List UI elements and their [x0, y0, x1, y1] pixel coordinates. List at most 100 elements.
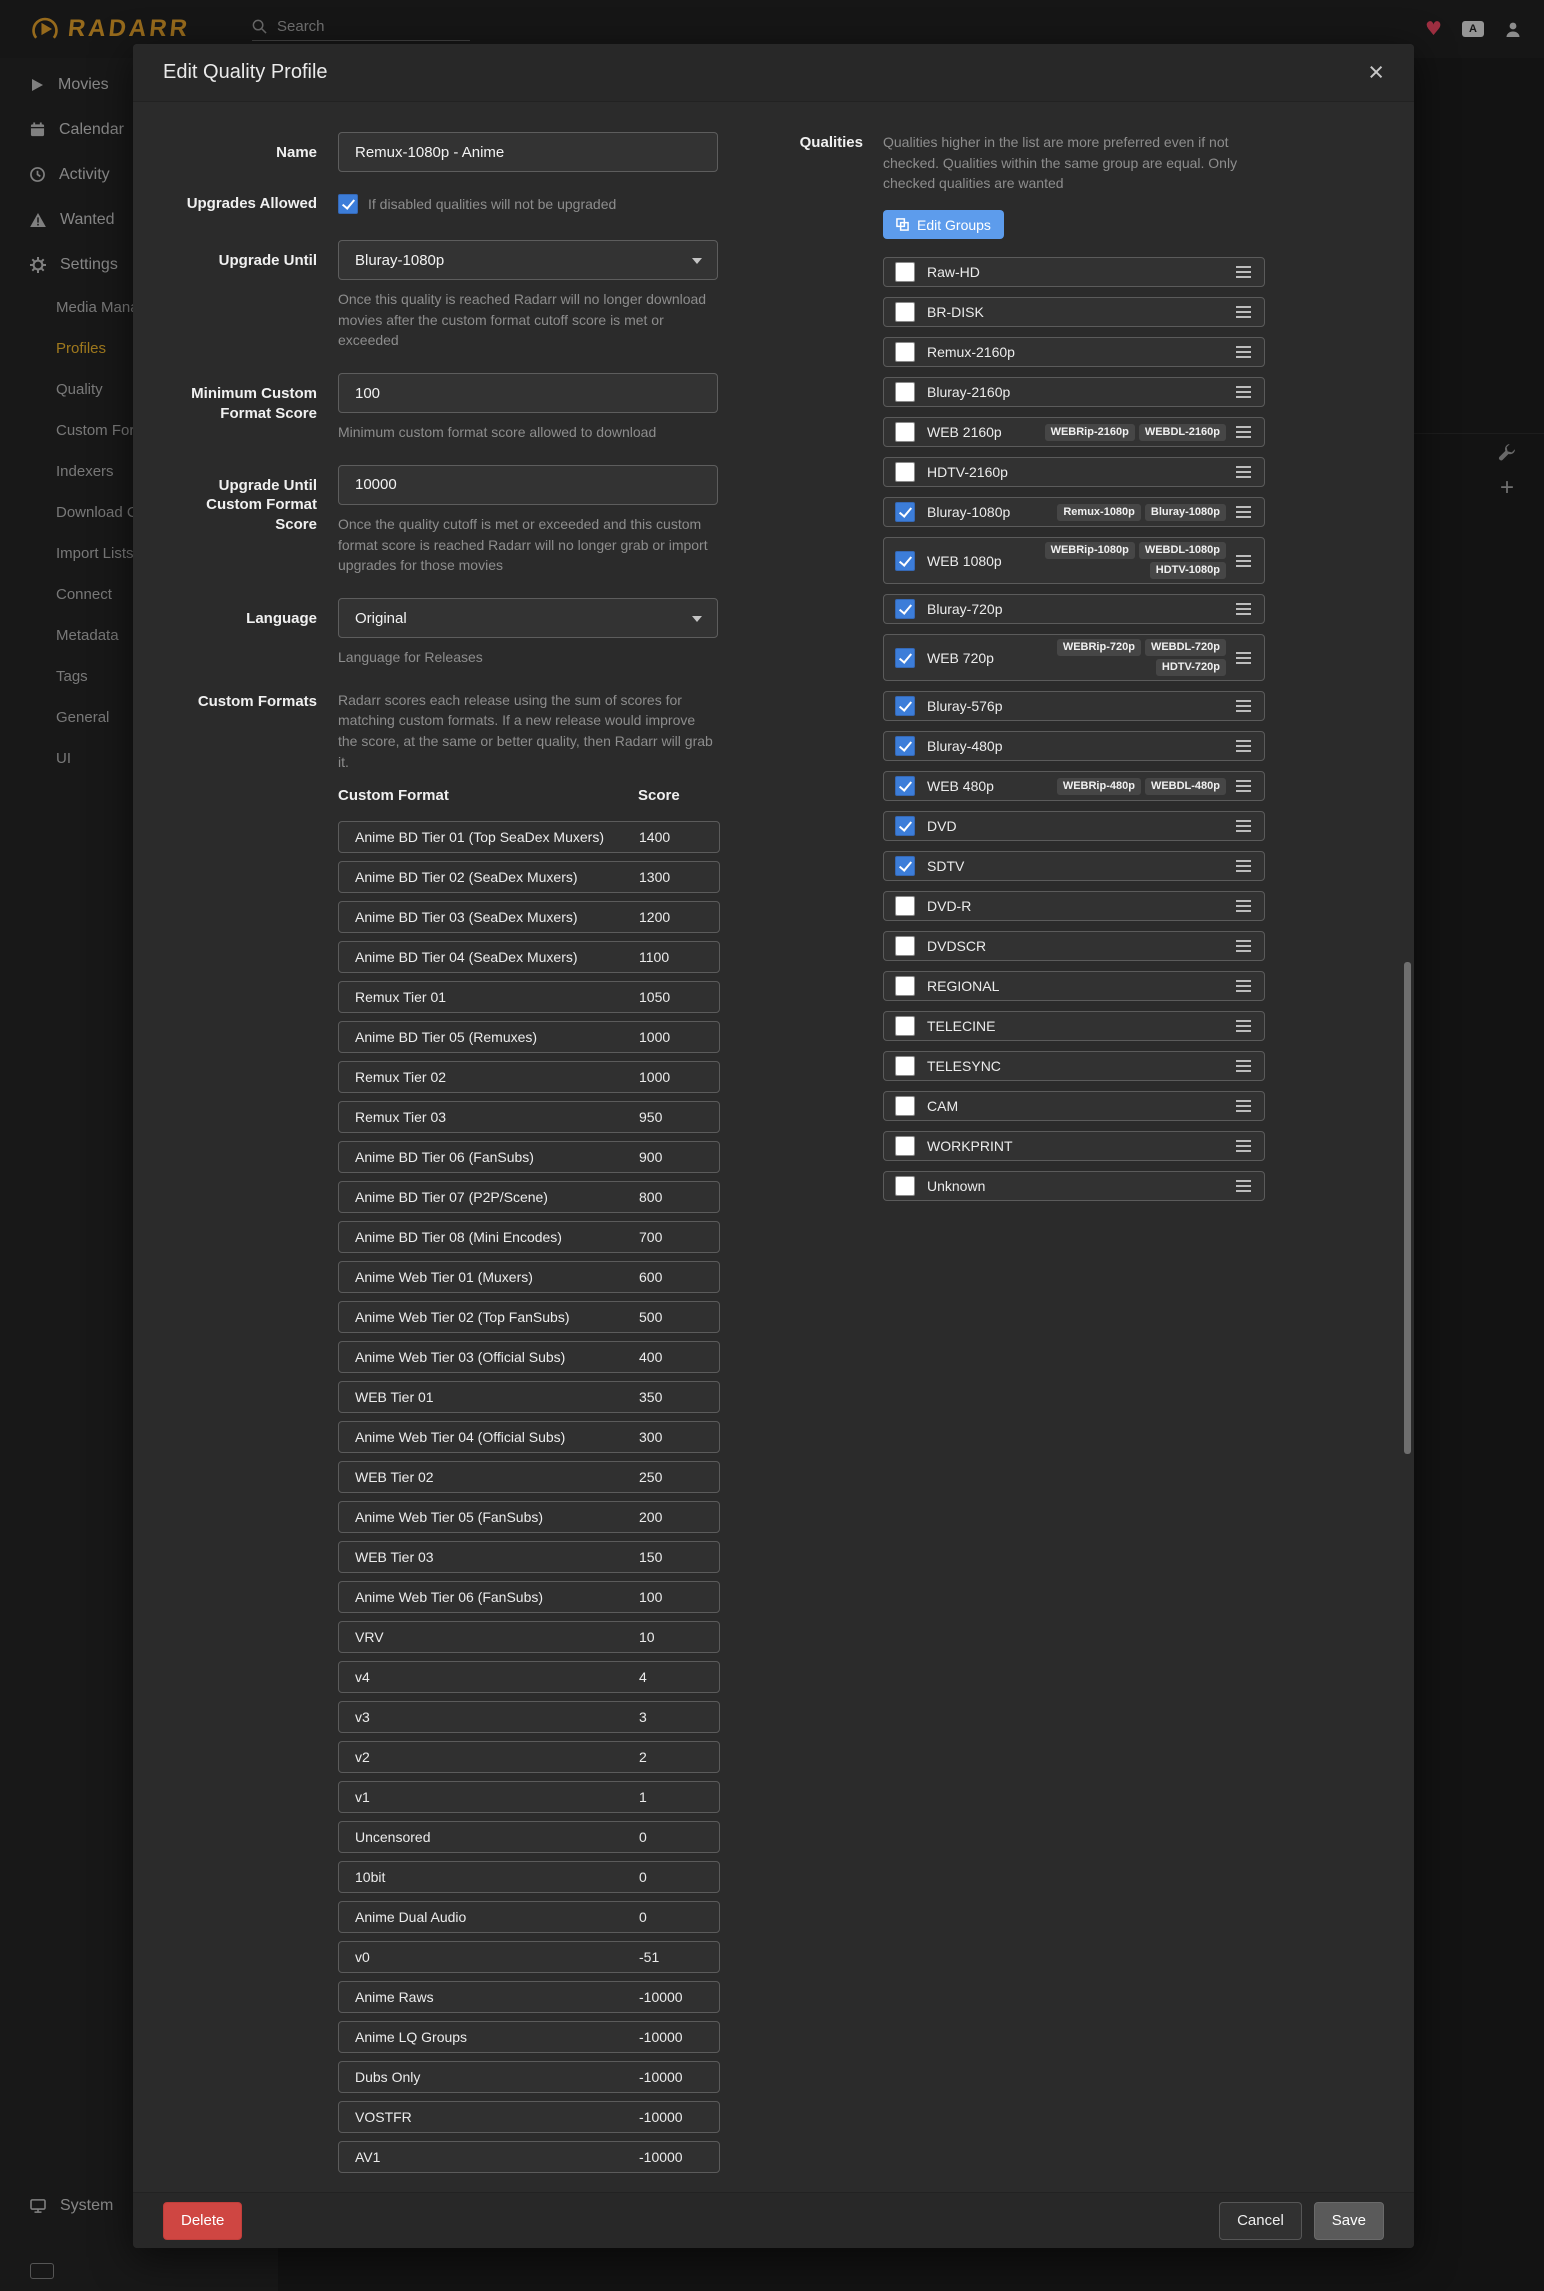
quality-checkbox[interactable] [895, 262, 915, 282]
quality-checkbox[interactable] [895, 936, 915, 956]
custom-format-row[interactable]: v3 3 [338, 1701, 720, 1733]
quality-row[interactable]: CAM [883, 1091, 1265, 1121]
custom-format-row[interactable]: Dubs Only -10000 [338, 2061, 720, 2093]
quality-row[interactable]: DVD-R [883, 891, 1265, 921]
drag-handle-icon[interactable] [1236, 652, 1251, 664]
custom-format-row[interactable]: Anime Web Tier 05 (FanSubs) 200 [338, 1501, 720, 1533]
custom-format-row[interactable]: Anime Web Tier 02 (Top FanSubs) 500 [338, 1301, 720, 1333]
custom-format-row[interactable]: Anime BD Tier 01 (Top SeaDex Muxers) 140… [338, 821, 720, 853]
drag-handle-icon[interactable] [1236, 860, 1251, 872]
quality-checkbox[interactable] [895, 816, 915, 836]
delete-button[interactable]: Delete [163, 2202, 242, 2240]
drag-handle-icon[interactable] [1236, 1060, 1251, 1072]
custom-format-row[interactable]: Remux Tier 02 1000 [338, 1061, 720, 1093]
quality-checkbox[interactable] [895, 551, 915, 571]
custom-format-row[interactable]: WEB Tier 03 150 [338, 1541, 720, 1573]
quality-row[interactable]: WEB 720p WEBRip-720pWEBDL-720pHDTV-720p [883, 634, 1265, 681]
quality-row[interactable]: Bluray-720p [883, 594, 1265, 624]
drag-handle-icon[interactable] [1236, 700, 1251, 712]
drag-handle-icon[interactable] [1236, 1100, 1251, 1112]
quality-checkbox[interactable] [895, 776, 915, 796]
drag-handle-icon[interactable] [1236, 306, 1251, 318]
custom-format-row[interactable]: Anime Web Tier 06 (FanSubs) 100 [338, 1581, 720, 1613]
quality-checkbox[interactable] [895, 462, 915, 482]
drag-handle-icon[interactable] [1236, 386, 1251, 398]
upgrade-until-select[interactable]: Bluray-1080p [338, 240, 718, 280]
quality-row[interactable]: Unknown [883, 1171, 1265, 1201]
custom-format-row[interactable]: Anime Dual Audio 0 [338, 1901, 720, 1933]
custom-format-row[interactable]: Anime Web Tier 04 (Official Subs) 300 [338, 1421, 720, 1453]
language-select[interactable]: Original [338, 598, 718, 638]
custom-format-row[interactable]: Remux Tier 01 1050 [338, 981, 720, 1013]
drag-handle-icon[interactable] [1236, 1180, 1251, 1192]
quality-row[interactable]: BR-DISK [883, 297, 1265, 327]
custom-format-row[interactable]: Anime BD Tier 06 (FanSubs) 900 [338, 1141, 720, 1173]
custom-format-row[interactable]: Anime BD Tier 07 (P2P/Scene) 800 [338, 1181, 720, 1213]
drag-handle-icon[interactable] [1236, 820, 1251, 832]
quality-row[interactable]: Remux-2160p [883, 337, 1265, 367]
custom-format-row[interactable]: Uncensored 0 [338, 1821, 720, 1853]
quality-checkbox[interactable] [895, 976, 915, 996]
quality-row[interactable]: Bluray-1080p Remux-1080pBluray-1080p [883, 497, 1265, 527]
custom-format-row[interactable]: Anime BD Tier 04 (SeaDex Muxers) 1100 [338, 941, 720, 973]
quality-row[interactable]: WEB 480p WEBRip-480pWEBDL-480p [883, 771, 1265, 801]
quality-row[interactable]: HDTV-2160p [883, 457, 1265, 487]
drag-handle-icon[interactable] [1236, 1020, 1251, 1032]
quality-row[interactable]: WORKPRINT [883, 1131, 1265, 1161]
custom-format-row[interactable]: VOSTFR -10000 [338, 2101, 720, 2133]
quality-row[interactable]: DVD [883, 811, 1265, 841]
custom-format-row[interactable]: Anime BD Tier 05 (Remuxes) 1000 [338, 1021, 720, 1053]
custom-format-row[interactable]: Anime LQ Groups -10000 [338, 2021, 720, 2053]
quality-checkbox[interactable] [895, 502, 915, 522]
min-score-input[interactable] [338, 373, 718, 413]
custom-format-row[interactable]: Anime BD Tier 03 (SeaDex Muxers) 1200 [338, 901, 720, 933]
quality-row[interactable]: TELESYNC [883, 1051, 1265, 1081]
quality-row[interactable]: REGIONAL [883, 971, 1265, 1001]
modal-scrollbar-thumb[interactable] [1404, 962, 1411, 1454]
custom-format-row[interactable]: v1 1 [338, 1781, 720, 1813]
quality-checkbox[interactable] [895, 1016, 915, 1036]
drag-handle-icon[interactable] [1236, 506, 1251, 518]
upgrades-allowed-checkbox[interactable] [338, 194, 358, 214]
drag-handle-icon[interactable] [1236, 740, 1251, 752]
drag-handle-icon[interactable] [1236, 346, 1251, 358]
quality-row[interactable]: Bluray-576p [883, 691, 1265, 721]
edit-groups-button[interactable]: Edit Groups [883, 210, 1004, 239]
save-button[interactable]: Save [1314, 2202, 1384, 2240]
custom-format-row[interactable]: Anime Raws -10000 [338, 1981, 720, 2013]
until-score-input[interactable] [338, 465, 718, 505]
cancel-button[interactable]: Cancel [1219, 2202, 1302, 2240]
quality-row[interactable]: WEB 1080p WEBRip-1080pWEBDL-1080pHDTV-10… [883, 537, 1265, 584]
custom-format-row[interactable]: WEB Tier 01 350 [338, 1381, 720, 1413]
custom-format-row[interactable]: 10bit 0 [338, 1861, 720, 1893]
drag-handle-icon[interactable] [1236, 980, 1251, 992]
drag-handle-icon[interactable] [1236, 603, 1251, 615]
quality-checkbox[interactable] [895, 342, 915, 362]
custom-format-row[interactable]: v0 -51 [338, 1941, 720, 1973]
quality-checkbox[interactable] [895, 648, 915, 668]
quality-checkbox[interactable] [895, 856, 915, 876]
drag-handle-icon[interactable] [1236, 900, 1251, 912]
quality-checkbox[interactable] [895, 696, 915, 716]
quality-row[interactable]: TELECINE [883, 1011, 1265, 1041]
quality-checkbox[interactable] [895, 599, 915, 619]
quality-checkbox[interactable] [895, 302, 915, 322]
custom-format-row[interactable]: v2 2 [338, 1741, 720, 1773]
quality-row[interactable]: WEB 2160p WEBRip-2160pWEBDL-2160p [883, 417, 1265, 447]
quality-row[interactable]: Bluray-2160p [883, 377, 1265, 407]
quality-row[interactable]: Raw-HD [883, 257, 1265, 287]
drag-handle-icon[interactable] [1236, 426, 1251, 438]
quality-row[interactable]: Bluray-480p [883, 731, 1265, 761]
quality-checkbox[interactable] [895, 736, 915, 756]
quality-checkbox[interactable] [895, 382, 915, 402]
drag-handle-icon[interactable] [1236, 266, 1251, 278]
quality-checkbox[interactable] [895, 1096, 915, 1116]
quality-checkbox[interactable] [895, 1056, 915, 1076]
custom-format-row[interactable]: v4 4 [338, 1661, 720, 1693]
drag-handle-icon[interactable] [1236, 780, 1251, 792]
quality-checkbox[interactable] [895, 422, 915, 442]
quality-checkbox[interactable] [895, 896, 915, 916]
quality-row[interactable]: DVDSCR [883, 931, 1265, 961]
drag-handle-icon[interactable] [1236, 466, 1251, 478]
drag-handle-icon[interactable] [1236, 940, 1251, 952]
